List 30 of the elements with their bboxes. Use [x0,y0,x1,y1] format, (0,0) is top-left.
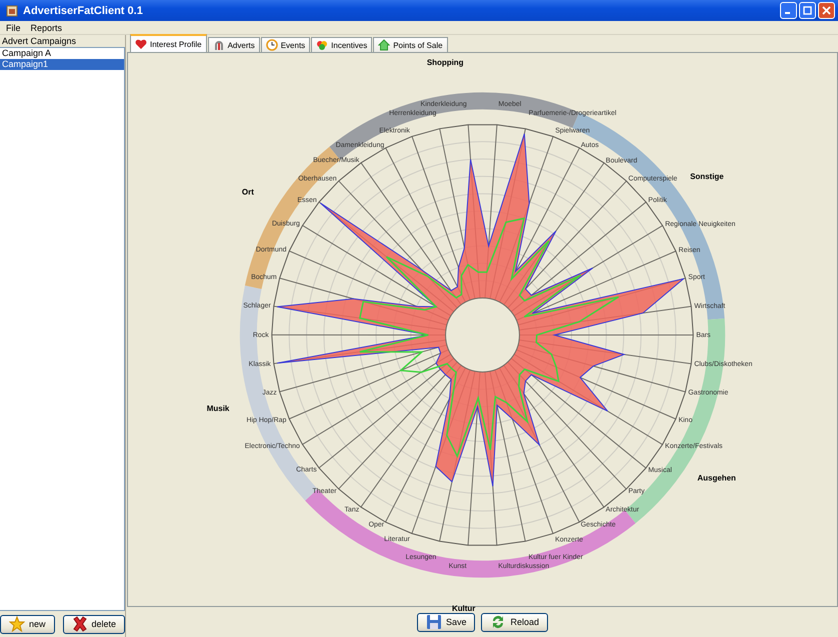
tab[interactable]: Events [260,37,310,52]
close-button[interactable] [818,2,835,19]
app-icon [6,4,18,16]
maximize-button[interactable] [799,2,816,19]
cross-icon [72,616,88,632]
window-title: AdvertiserFatClient 0.1 [23,4,144,16]
close-icon [822,6,831,15]
delete-button[interactable]: delete [62,614,126,634]
new-button[interactable]: new [0,614,54,634]
group-label: Shopping [426,58,464,68]
tab[interactable]: Interest Profile [130,34,207,52]
clock-icon [266,39,278,51]
list-title: Advert Campaigns [1,35,78,47]
tab[interactable]: Incentives [311,37,372,52]
minimize-button[interactable] [780,2,797,19]
group-label: Musik [206,404,230,414]
group-label: Sonstige [690,172,724,181]
campaign-item[interactable]: Campaign A [0,48,124,59]
menu-item[interactable]: File [6,22,21,32]
heart-icon [135,38,147,50]
group-label: Ort [242,187,254,196]
arch-icon [212,39,225,51]
menu-item[interactable]: Reports [30,22,62,32]
group-label: Ausgehen [697,474,736,483]
maximize-icon [803,6,812,15]
group-label: Kultur [452,604,476,611]
campaign-item[interactable]: Campaign1 [0,59,124,70]
tab[interactable]: Points of Sale [373,37,448,52]
star-icon [8,616,25,632]
tab[interactable]: Adverts [208,37,260,52]
